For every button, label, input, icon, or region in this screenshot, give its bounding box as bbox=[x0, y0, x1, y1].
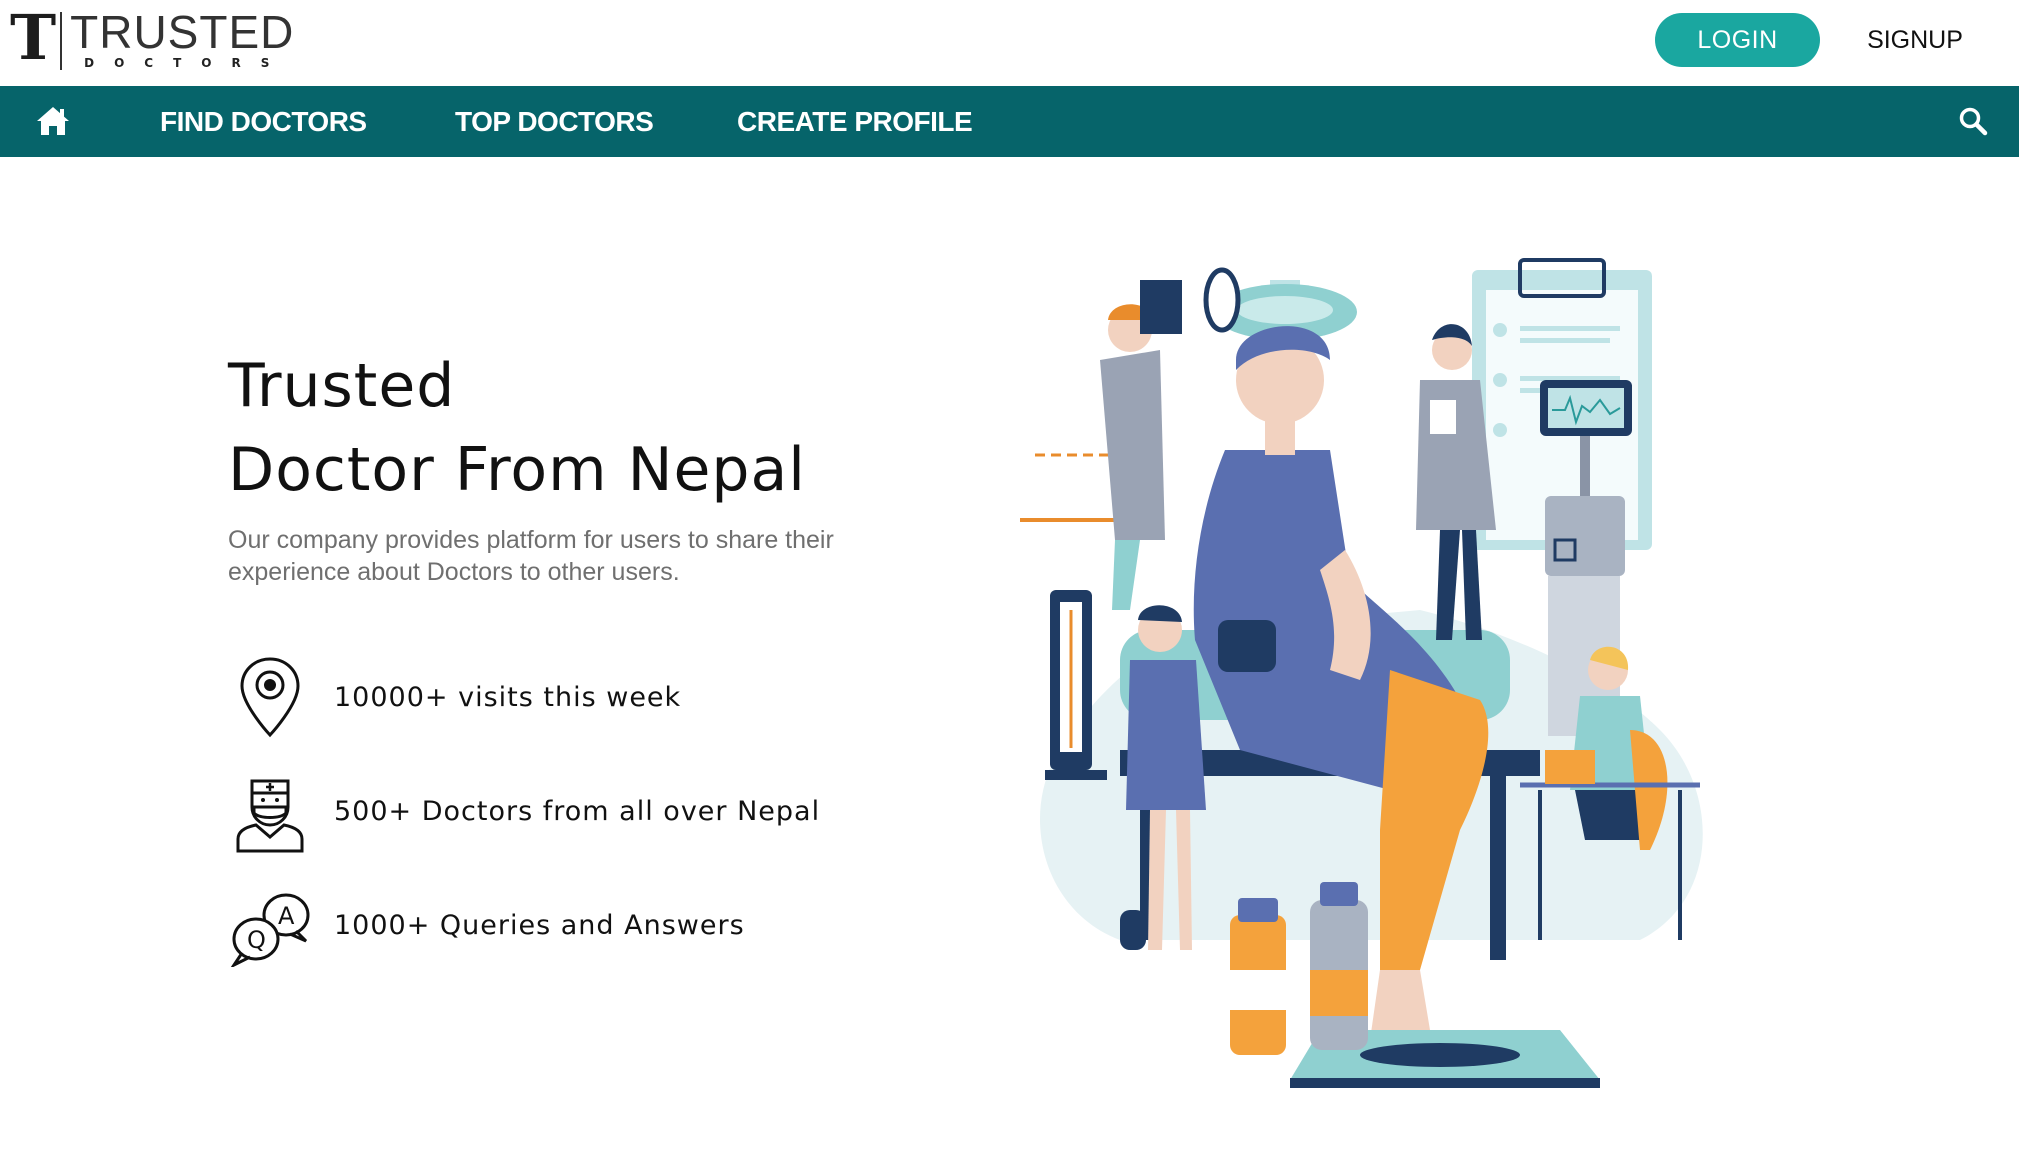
login-button[interactable]: LOGIN bbox=[1655, 13, 1820, 67]
svg-text:A: A bbox=[278, 902, 295, 930]
home-icon[interactable] bbox=[36, 105, 70, 137]
logo-subtitle: DOCTORS bbox=[84, 56, 290, 70]
feature-queries-text: 1000+ Queries and Answers bbox=[334, 909, 745, 941]
signup-button[interactable]: SIGNUP bbox=[1860, 13, 1970, 67]
feature-visits: 10000+ visits this week bbox=[228, 652, 681, 742]
feature-visits-text: 10000+ visits this week bbox=[334, 681, 682, 713]
hero-title: Trusted Doctor From Nepal bbox=[228, 344, 948, 512]
hero-title-line-2: Doctor From Nepal bbox=[228, 435, 806, 505]
medical-illustration bbox=[1020, 258, 1703, 1088]
nav-create-profile[interactable]: CREATE PROFILE bbox=[737, 86, 973, 157]
qa-bubbles-icon: A Q bbox=[230, 893, 310, 967]
svg-text:Q: Q bbox=[247, 926, 266, 954]
nav-find-doctors[interactable]: FIND DOCTORS bbox=[160, 86, 367, 157]
location-pin-icon bbox=[240, 657, 300, 738]
search-icon[interactable] bbox=[1958, 106, 1988, 136]
feature-doctors-text: 500+ Doctors from all over Nepal bbox=[334, 795, 821, 827]
feature-queries: A Q 1000+ Queries and Answers bbox=[228, 880, 745, 970]
hero-title-line-1: Trusted bbox=[228, 351, 456, 421]
logo-mark: T bbox=[10, 1, 56, 74]
logo-text: TRUSTED DOCTORS bbox=[70, 6, 295, 70]
logo-divider bbox=[60, 12, 63, 70]
main-nav: FIND DOCTORS TOP DOCTORS CREATE PROFILE bbox=[0, 86, 2019, 157]
logo-word: TRUSTED bbox=[70, 6, 295, 58]
feature-doctors: 500+ Doctors from all over Nepal bbox=[228, 766, 820, 856]
nav-top-doctors[interactable]: TOP DOCTORS bbox=[455, 86, 654, 157]
hero-description: Our company provides platform for users … bbox=[228, 526, 834, 586]
doctor-icon bbox=[236, 779, 304, 853]
site-logo[interactable]: T TRUSTED DOCTORS bbox=[10, 1, 295, 74]
top-header: T TRUSTED DOCTORS LOGIN SIGNUP bbox=[0, 0, 2019, 86]
